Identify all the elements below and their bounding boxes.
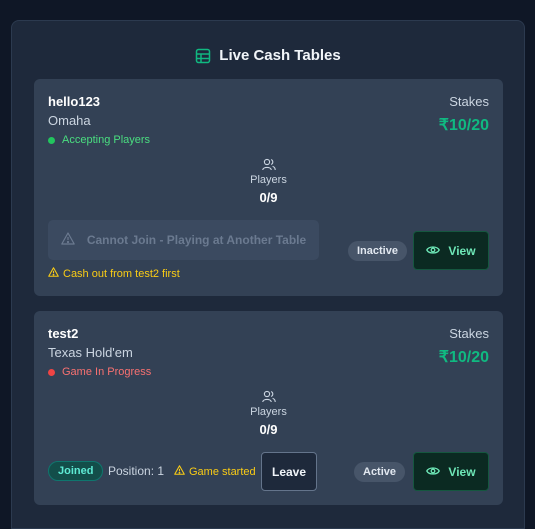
status-dot-icon (48, 136, 55, 144)
game-type: Omaha (48, 113, 91, 128)
seat-position: Position: 1 (108, 464, 165, 478)
table-name: hello123 (48, 94, 101, 109)
panel-header: Live Cash Tables (12, 47, 524, 64)
status-text: Game In Progress (62, 366, 152, 378)
stakes-value: ₹10/20 (438, 117, 489, 134)
table-card: test2 Texas Hold'em Game In Progress Sta… (34, 311, 503, 505)
status-text: Accepting Players (62, 134, 151, 146)
cashout-warning: Cash out from test2 first (48, 267, 180, 280)
leave-button[interactable]: Leave (261, 452, 317, 491)
eye-icon (426, 465, 441, 479)
status-badge: Active (354, 462, 406, 482)
game-type: Texas Hold'em (48, 345, 133, 360)
view-button-label: View (448, 464, 476, 479)
players-label: Players (250, 174, 287, 186)
stakes-label: Stakes (449, 326, 489, 341)
warning-icon (61, 232, 75, 248)
join-button-disabled[interactable]: Cannot Join - Playing at Another Table (48, 220, 319, 260)
stakes-value: ₹10/20 (438, 349, 489, 366)
table-status: Accepting Players (48, 134, 150, 146)
live-cash-tables-panel: Live Cash Tables hello123 Omaha Acceptin… (11, 20, 525, 529)
warning-icon (48, 267, 59, 280)
game-started-note: Game started (174, 465, 256, 478)
table-grid-icon (195, 48, 211, 64)
users-icon (34, 390, 503, 403)
table-status: Game In Progress (48, 366, 151, 378)
join-button-label: Cannot Join - Playing at Another Table (86, 233, 307, 247)
players-info: Players 0/9 (34, 158, 503, 205)
players-count: 0/9 (259, 190, 278, 205)
players-label: Players (250, 406, 287, 418)
view-button[interactable]: View (413, 452, 489, 491)
eye-icon (426, 244, 441, 258)
table-card: hello123 Omaha Accepting Players Stakes … (34, 79, 503, 296)
view-button[interactable]: View (413, 231, 489, 270)
cashout-warning-text: Cash out from test2 first (63, 267, 180, 280)
status-dot-icon (48, 368, 55, 376)
status-badge: Inactive (348, 241, 407, 261)
users-icon (34, 158, 503, 171)
warning-icon (174, 465, 185, 478)
joined-badge: Joined (48, 461, 104, 481)
players-info: Players 0/9 (34, 390, 503, 437)
view-button-label: View (448, 243, 476, 258)
players-count: 0/9 (259, 422, 278, 437)
stakes-label: Stakes (449, 94, 489, 109)
game-started-text: Game started (189, 465, 256, 478)
panel-title: Live Cash Tables (219, 47, 341, 64)
table-name: test2 (48, 326, 79, 341)
